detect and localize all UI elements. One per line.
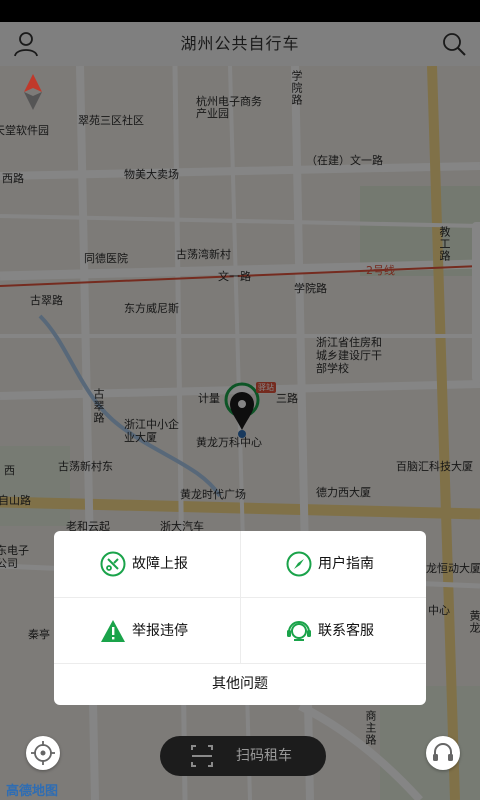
wrench-icon bbox=[100, 551, 126, 577]
help-menu: 故障上报 用户指南 举报违停 联系客服 其他问题 bbox=[54, 531, 426, 705]
report-parking-item[interactable]: 举报违停 bbox=[54, 598, 240, 664]
report-fault-item[interactable]: 故障上报 bbox=[54, 531, 240, 597]
other-issues-item[interactable]: 其他问题 bbox=[54, 664, 426, 705]
scan-rent-button[interactable]: 扫码租车 bbox=[160, 736, 326, 776]
contact-service-label: 联系客服 bbox=[318, 623, 374, 639]
compass-icon bbox=[24, 74, 42, 110]
user-guide-item[interactable]: 用户指南 bbox=[240, 531, 426, 597]
locate-button[interactable] bbox=[26, 736, 60, 770]
report-parking-label: 举报违停 bbox=[132, 623, 188, 639]
status-bar bbox=[0, 0, 480, 22]
search-icon bbox=[443, 33, 466, 56]
search-button[interactable] bbox=[438, 28, 470, 60]
contact-service-item[interactable]: 联系客服 bbox=[240, 598, 426, 664]
page-title: 湖州公共自行车 bbox=[180, 34, 300, 53]
headset-support-icon bbox=[287, 621, 311, 641]
scan-rent-label: 扫码租车 bbox=[236, 748, 292, 764]
compass[interactable] bbox=[22, 74, 44, 110]
compass-guide-icon bbox=[286, 551, 312, 577]
scan-icon bbox=[191, 745, 213, 767]
crosshair-icon bbox=[31, 741, 55, 765]
report-fault-label: 故障上报 bbox=[132, 556, 188, 572]
headset-icon bbox=[433, 743, 453, 761]
customer-service-button[interactable] bbox=[426, 736, 460, 770]
warning-icon bbox=[101, 620, 125, 642]
title-bar: 湖州公共自行车 bbox=[0, 22, 480, 66]
map-provider-logo: 高德地图 bbox=[6, 784, 59, 799]
menu-divider bbox=[240, 531, 241, 663]
user-guide-label: 用户指南 bbox=[318, 556, 374, 572]
